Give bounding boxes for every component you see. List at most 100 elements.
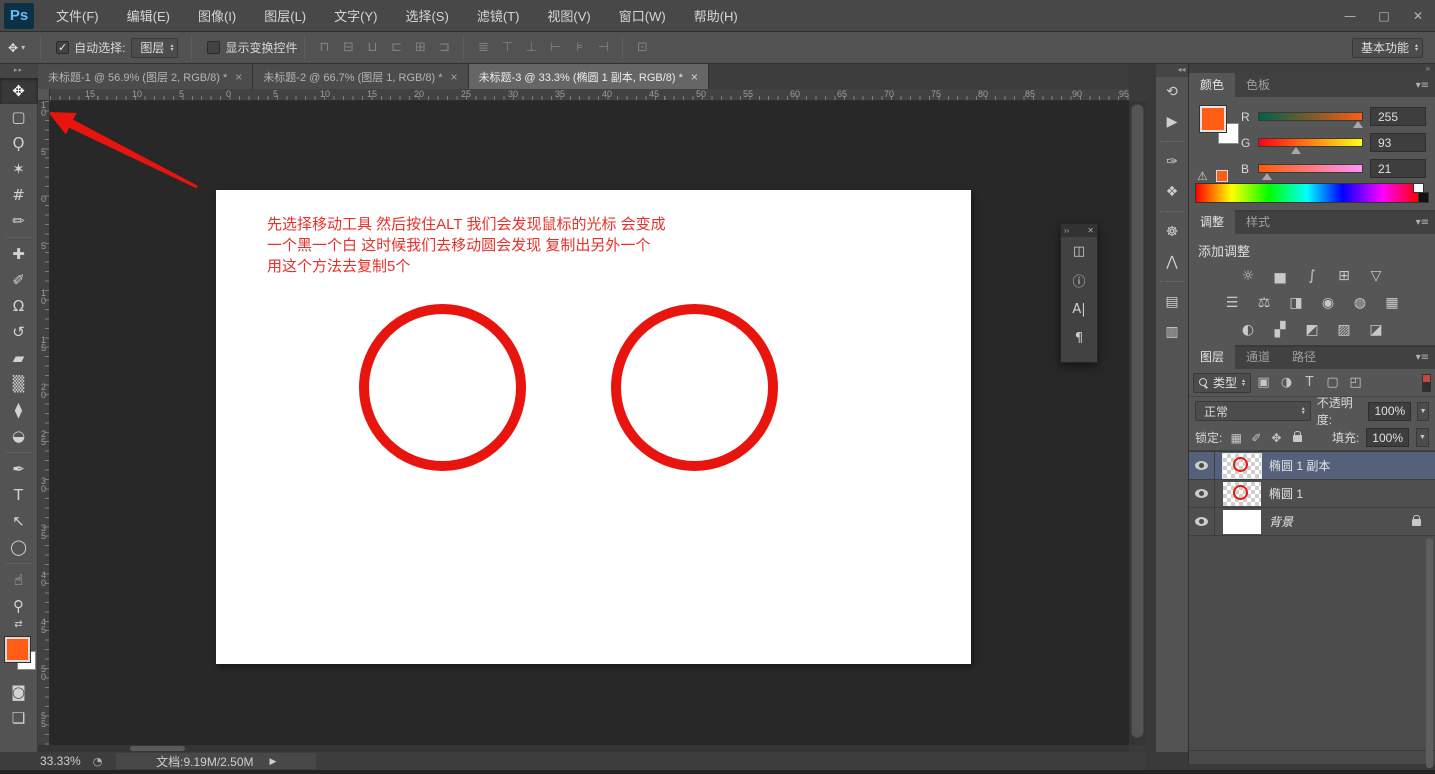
layers-tab-图层[interactable]: 图层 bbox=[1189, 345, 1235, 369]
document-canvas[interactable]: 先选择移动工具 然后按住ALT 我们会发现鼠标的光标 会变成一个黑一个白 这时候… bbox=[216, 190, 971, 664]
swap-colors-icon[interactable]: ⇄ bbox=[0, 619, 38, 631]
histogram-panel-icon[interactable]: ⋀ bbox=[1158, 249, 1186, 275]
filter-smart-objects-icon[interactable]: ◰ bbox=[1345, 373, 1366, 393]
threshold-icon[interactable]: ◩ bbox=[1301, 320, 1324, 339]
align-vertical-centers-icon[interactable]: ⊟ bbox=[336, 38, 360, 58]
lock-position-icon[interactable]: ✥ bbox=[1269, 431, 1283, 445]
align-right-edges-icon[interactable]: ⊐ bbox=[432, 38, 456, 58]
align-left-edges-icon[interactable]: ⊏ bbox=[384, 38, 408, 58]
menu-item-filter[interactable]: 滤镜(T) bbox=[463, 0, 534, 32]
slider-thumb[interactable] bbox=[1291, 147, 1301, 154]
distribute-horizontal-centers-icon[interactable]: ⊧ bbox=[567, 38, 591, 58]
posterize-icon[interactable]: ▞ bbox=[1269, 320, 1292, 339]
close-button[interactable]: ✕ bbox=[1401, 5, 1435, 27]
history-panel-icon[interactable]: ⟲ bbox=[1158, 79, 1186, 105]
horizontal-scrollbar[interactable] bbox=[38, 745, 1129, 752]
zoom-tool[interactable]: ⚲ bbox=[0, 593, 38, 619]
document-tab-1[interactable]: 未标题-1 @ 56.9% (图层 2, RGB/8) *× bbox=[38, 64, 253, 89]
gamut-warning-icon[interactable]: ⚠ bbox=[1197, 169, 1208, 183]
history-brush-tool[interactable]: ↺ bbox=[0, 319, 38, 345]
distribute-left-edges-icon[interactable]: ⊢ bbox=[543, 38, 567, 58]
auto-align-layers-icon[interactable]: ⊡ bbox=[630, 38, 654, 58]
layers-scrollbar-thumb[interactable] bbox=[1426, 538, 1433, 768]
move-tool[interactable]: ✥ bbox=[0, 78, 38, 104]
spectrum-black-swatch[interactable] bbox=[1418, 192, 1429, 203]
layer-filter-toggle[interactable] bbox=[1422, 374, 1431, 392]
layer-thumbnail[interactable] bbox=[1223, 482, 1261, 506]
filter-pixel-layers-icon[interactable]: ▣ bbox=[1253, 373, 1274, 393]
align-top-edges-icon[interactable]: ⊓ bbox=[312, 38, 336, 58]
foreground-color-swatch[interactable] bbox=[5, 637, 30, 662]
channel-value-field[interactable]: 255 bbox=[1370, 107, 1426, 126]
slider-thumb[interactable] bbox=[1353, 121, 1363, 128]
adjustments-tab-调整[interactable]: 调整 bbox=[1189, 210, 1235, 234]
lock-all-icon[interactable] bbox=[1290, 431, 1304, 445]
layer-filter-type-dropdown[interactable]: 类型 ▴ ▾ bbox=[1193, 373, 1251, 393]
document-tab-3[interactable]: 未标题-3 @ 33.3% (椭圆 1 副本, RGB/8) *× bbox=[469, 64, 709, 89]
screen-mode-button[interactable]: ❏ bbox=[0, 705, 38, 731]
filter-type-layers-icon[interactable]: T bbox=[1299, 373, 1320, 393]
layer-visibility-toggle[interactable] bbox=[1189, 452, 1215, 480]
panel-foreground-swatch[interactable] bbox=[1200, 106, 1226, 132]
menu-item-edit[interactable]: 编辑(E) bbox=[113, 0, 184, 32]
close-icon[interactable]: ✕ bbox=[1087, 226, 1094, 235]
dodge-tool[interactable]: ◒ bbox=[0, 423, 38, 449]
adjustments-tab-样式[interactable]: 样式 bbox=[1235, 210, 1281, 234]
tab-close-icon[interactable]: × bbox=[235, 70, 242, 84]
layer-row-3[interactable]: 背景 bbox=[1189, 508, 1435, 536]
layer-visibility-toggle[interactable] bbox=[1189, 508, 1215, 536]
brightness-contrast-icon[interactable]: ☼ bbox=[1237, 266, 1260, 285]
status-menu-arrow-icon[interactable]: ▶ bbox=[270, 756, 277, 767]
canvas-viewport[interactable]: 1 05051 01 52 02 53 03 54 04 55 05 5 先选择… bbox=[38, 101, 1129, 745]
character-styles-panel-icon[interactable]: ▤ bbox=[1158, 289, 1186, 315]
gradient-map-icon[interactable]: ▨ bbox=[1333, 320, 1356, 339]
workspace-switcher[interactable]: 基本功能 ▴ ▾ bbox=[1352, 38, 1423, 58]
color-panel-menu-icon[interactable]: ▾≡ bbox=[1416, 80, 1429, 91]
quick-selection-tool[interactable]: ✶ bbox=[0, 156, 38, 182]
menu-item-layer[interactable]: 图层(L) bbox=[250, 0, 320, 32]
crop-tool[interactable]: # bbox=[0, 182, 38, 208]
navigator-panel-icon[interactable]: ☸ bbox=[1158, 219, 1186, 245]
adjustments-panel-menu-icon[interactable]: ▾≡ bbox=[1416, 217, 1429, 228]
distribute-bottom-edges-icon[interactable]: ⊥ bbox=[519, 38, 543, 58]
dock-collapse-button[interactable]: ◂◂ bbox=[1156, 64, 1189, 77]
lasso-tool[interactable]: Ϙ bbox=[0, 130, 38, 156]
invert-icon[interactable]: ◐ bbox=[1237, 320, 1260, 339]
distribute-right-edges-icon[interactable]: ⊣ bbox=[591, 38, 615, 58]
tools-panel-grip[interactable]: ▸▸ bbox=[0, 64, 38, 78]
menu-item-type[interactable]: 文字(Y) bbox=[320, 0, 391, 32]
distribute-top-edges-icon[interactable]: ≣ bbox=[471, 38, 495, 58]
vertical-scrollbar-thumb[interactable] bbox=[1131, 104, 1144, 738]
ruler-origin-corner[interactable] bbox=[38, 89, 50, 101]
type-tool[interactable]: T bbox=[0, 482, 38, 508]
minimize-button[interactable]: — bbox=[1333, 5, 1367, 27]
brush-panel-icon[interactable]: ✑ bbox=[1158, 149, 1186, 175]
tab-close-icon[interactable]: × bbox=[451, 70, 458, 84]
channel-slider-b[interactable] bbox=[1258, 164, 1363, 173]
show-transform-checkbox[interactable] bbox=[207, 41, 220, 54]
lock-pixels-icon[interactable]: ✐ bbox=[1249, 431, 1263, 445]
layer-visibility-toggle[interactable] bbox=[1189, 480, 1215, 508]
menu-item-view[interactable]: 视图(V) bbox=[533, 0, 604, 32]
eraser-tool[interactable]: ▰ bbox=[0, 345, 38, 371]
layers-panel-menu-icon[interactable]: ▾≡ bbox=[1416, 352, 1429, 363]
actions-panel-icon[interactable]: ▶ bbox=[1158, 109, 1186, 135]
tab-close-icon[interactable]: × bbox=[691, 70, 698, 84]
menu-item-file[interactable]: 文件(F) bbox=[42, 0, 113, 32]
slider-thumb[interactable] bbox=[1262, 173, 1272, 180]
ellipse-shape-tool[interactable]: ◯ bbox=[0, 534, 38, 560]
paragraph-styles-panel-icon[interactable]: ▥ bbox=[1158, 319, 1186, 345]
channel-slider-r[interactable] bbox=[1258, 112, 1363, 121]
menu-item-window[interactable]: 窗口(W) bbox=[605, 0, 680, 32]
quick-mask-button[interactable]: ◙ bbox=[0, 679, 38, 705]
photo-filter-icon[interactable]: ◉ bbox=[1317, 293, 1340, 312]
tool-preset-picker[interactable]: ✥ ▾ bbox=[0, 41, 33, 55]
distribute-vertical-centers-icon[interactable]: ⊤ bbox=[495, 38, 519, 58]
brush-presets-panel-icon[interactable]: ❖ bbox=[1158, 179, 1186, 205]
blend-mode-dropdown[interactable]: 正常 ▴ ▾ bbox=[1195, 401, 1311, 421]
align-horizontal-centers-icon[interactable]: ⊞ bbox=[408, 38, 432, 58]
horizontal-ruler[interactable]: 1510505101520253035404550556065707580859… bbox=[50, 89, 1129, 101]
color-spectrum-bar[interactable] bbox=[1195, 183, 1419, 203]
menu-item-image[interactable]: 图像(I) bbox=[184, 0, 250, 32]
fill-field[interactable]: 100% bbox=[1366, 428, 1409, 447]
